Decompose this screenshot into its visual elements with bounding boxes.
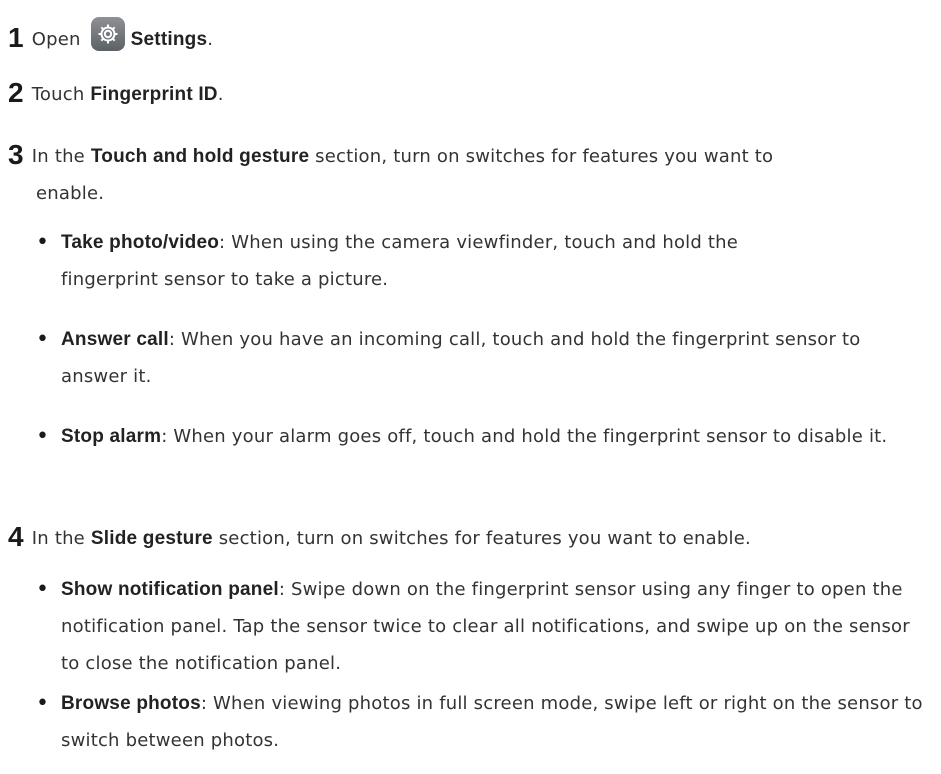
step-1: 1 Open Settings. (8, 17, 931, 58)
bullet-term: Browse photos (61, 693, 201, 714)
touch-and-hold-term: Touch and hold gesture (90, 146, 310, 167)
bullet-dot: • (36, 424, 50, 449)
slide-gesture-term: Slide gesture (90, 528, 213, 549)
bullet-term: Stop alarm (61, 426, 162, 447)
step-2: 2 Touch Fingerprint ID. (8, 74, 931, 113)
fingerprint-id-term: Fingerprint ID (90, 84, 218, 105)
bullet-term: Show notification panel (61, 579, 279, 600)
gear-icon (98, 24, 118, 44)
step-number: 4 (8, 521, 24, 552)
step-3: 3 In the Touch and hold gesture section, … (8, 136, 811, 212)
step-number: 3 (8, 139, 24, 170)
bullet-dot: • (36, 691, 50, 716)
bullet-text: : When your alarm goes off, touch and ho… (161, 426, 888, 447)
step-4: 4 In the Slide gesture section, turn on s… (8, 518, 931, 557)
bullet-dot: • (36, 327, 50, 352)
settings-term: Settings (130, 29, 208, 50)
bullet-dot: • (36, 577, 50, 602)
step-number: 2 (8, 77, 24, 108)
bullet-stop-alarm: • Stop alarm: When your alarm goes off, t… (36, 418, 901, 455)
bullet-dot: • (36, 230, 50, 255)
step-number: 1 (8, 22, 24, 53)
instructions-page: 1 Open Settings. 2 Touch Fingerprint ID. 3I… (0, 0, 941, 774)
bullet-browse-photos: • Browse photos: When viewing photos in f… (36, 685, 931, 759)
bullet-show-notification-panel: • Show notification panel: Swipe down on … (36, 571, 931, 682)
step-text: Open (31, 29, 81, 50)
bullet-text: : When you have an incoming call, touch … (61, 329, 861, 387)
bullet-take-photo: • Take photo/video: When using the camera… (36, 224, 791, 298)
bullet-answer-call: • Answer call: When you have an incoming … (36, 321, 931, 395)
bullet-term: Take photo/video (61, 232, 220, 253)
bullet-term: Answer call (61, 329, 169, 350)
settings-app-icon (90, 17, 125, 51)
